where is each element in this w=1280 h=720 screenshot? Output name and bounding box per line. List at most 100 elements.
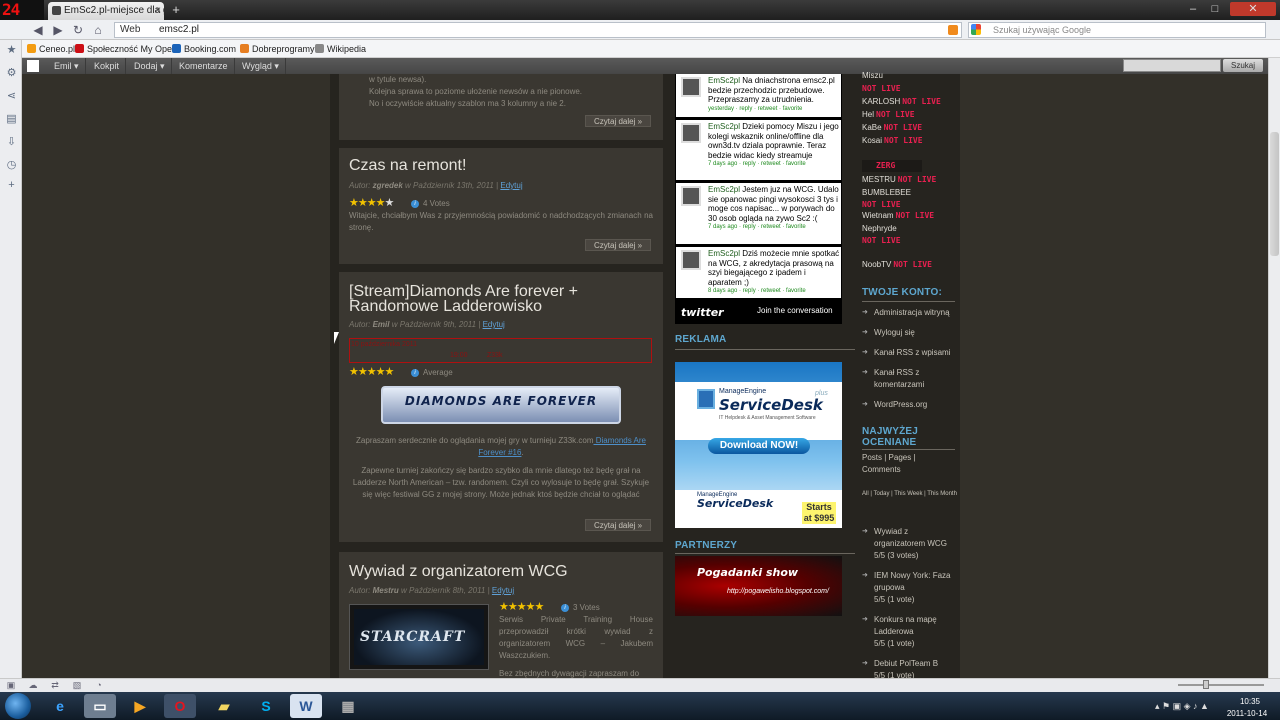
post-title[interactable]: [Stream]Diamonds Are forever + Randomowe… [349, 284, 649, 315]
search-input[interactable]: Szukaj używając Google [968, 22, 1266, 38]
new-tab-button[interactable]: + [168, 3, 184, 18]
rss-icon[interactable] [948, 25, 958, 35]
minimize-button[interactable]: – [1186, 2, 1200, 16]
sync-icon[interactable]: ⇄ [50, 680, 60, 690]
bookmark-booking[interactable]: Booking.com [172, 42, 236, 56]
streamer-item[interactable]: Nephryde [862, 224, 897, 233]
partner-banner[interactable]: Pogadanki show http://pogawelisho.blogsp… [675, 556, 842, 616]
streamer-item[interactable]: MESTRU NOT LIVE [862, 175, 936, 184]
admin-user-menu[interactable]: Emil ▾ [48, 58, 86, 74]
tweet-user[interactable]: EmSc2pl [708, 185, 740, 194]
admin-search-button[interactable]: Szukaj [1223, 59, 1263, 72]
scrollbar-thumb[interactable] [1270, 132, 1279, 256]
zoom-slider[interactable] [1178, 684, 1264, 686]
wordpress-org-link[interactable]: WordPress.org [862, 399, 958, 411]
streamer-item[interactable]: KaBe NOT LIVE [862, 123, 922, 132]
bookmarks-star-icon[interactable]: ★ [6, 45, 17, 56]
streamer-item[interactable]: Miszu [862, 71, 883, 80]
streamer-item[interactable]: Hel NOT LIVE [862, 110, 915, 119]
top-rated-tabs[interactable]: Posts | Pages | Comments [862, 452, 954, 476]
tweet-meta[interactable]: 7 days ago · reply · retweet · favorite [708, 223, 840, 233]
post-title[interactable]: Wywiad z organizatorem WCG [349, 564, 568, 580]
servicedesk-ad[interactable]: ManageEngine ServiceDesk plus IT Helpdes… [675, 362, 842, 528]
maximize-button[interactable]: □ [1208, 2, 1222, 16]
skype-icon[interactable]: S [250, 694, 282, 718]
post-title[interactable]: Czas na remont! [349, 158, 466, 174]
twitter-avatar[interactable] [681, 77, 701, 97]
edit-link[interactable]: Edytuj [500, 181, 522, 190]
panel-toggle-icon[interactable]: ▣ [6, 680, 16, 690]
rating-stars[interactable]: ★★★★★ [499, 602, 544, 613]
twitter-avatar[interactable] [681, 250, 701, 270]
streamer-item[interactable]: NoobTV NOT LIVE [862, 260, 932, 269]
file-explorer-icon[interactable]: ▭ [84, 694, 116, 718]
clock-time[interactable]: 10:35 [1230, 697, 1270, 706]
tweet-user[interactable]: EmSc2pl [708, 122, 740, 131]
streamer-item[interactable]: KARLOSH NOT LIVE [862, 97, 941, 106]
twitter-logo[interactable]: twitter [681, 306, 724, 319]
logout-link[interactable]: Wyloguj się [862, 327, 958, 339]
address-bar[interactable]: emsc2.pl [114, 22, 962, 38]
rss-posts-link[interactable]: Kanał RSS z wpisami [862, 347, 958, 359]
rating-stars[interactable]: ★★★★★ [349, 198, 394, 209]
streamer-item[interactable]: Kosai NOT LIVE [862, 136, 923, 145]
reload-icon[interactable]: ↻ [70, 22, 86, 38]
back-icon[interactable]: ◀ [30, 22, 46, 38]
admin-comments[interactable]: Komentarze [173, 58, 235, 74]
streamer-item[interactable]: BUMBLEBEE [862, 188, 911, 197]
tab-close-icon[interactable]: × [155, 2, 161, 20]
tweet-meta[interactable]: 7 days ago · reply · retweet · favorite [708, 160, 840, 170]
admin-appearance-menu[interactable]: Wygląd ▾ [236, 58, 286, 74]
wordpress-icon[interactable] [27, 60, 39, 72]
history-icon[interactable]: ◷ [6, 160, 17, 171]
top-rated-filters[interactable]: All | Today | This Week | This Month [862, 489, 958, 500]
top-rated-item[interactable]: Wywiad z organizatorem WCG5/5 (3 votes) [862, 526, 958, 562]
tab-emsc2[interactable]: EmSc2.pl-miejsce dla g... × [48, 2, 164, 20]
opera-icon[interactable]: O [164, 694, 196, 718]
folder-icon[interactable]: ▰ [208, 694, 240, 718]
start-button[interactable] [5, 693, 31, 719]
image-toggle-icon[interactable]: ▧ [72, 680, 82, 690]
notes-icon[interactable]: ▤ [6, 114, 17, 125]
zoom-icon[interactable]: ◔ [94, 680, 104, 690]
game-icon[interactable]: ▦ [332, 694, 364, 718]
word-icon[interactable]: W [290, 694, 322, 718]
read-more-button[interactable]: Czytaj dalej » [585, 519, 652, 531]
read-more-button[interactable]: Czytaj dalej » [585, 115, 652, 127]
twitter-join-link[interactable]: Join the conversation [757, 306, 833, 315]
streamer-item[interactable]: Wietnam NOT LIVE [862, 211, 934, 220]
tournament-banner[interactable]: DIAMONDS ARE FOREVER [381, 386, 621, 424]
rating-stars[interactable]: ★★★★★ [349, 367, 394, 378]
twitter-avatar[interactable] [681, 123, 701, 143]
read-more-button[interactable]: Czytaj dalej » [585, 239, 652, 251]
bookmark-dobreprogramy[interactable]: Dobreprogramy [240, 42, 315, 56]
top-rated-item[interactable]: IEM Nowy York: Faza grupowa5/5 (1 vote) [862, 570, 958, 606]
admin-search-input[interactable] [1123, 59, 1221, 72]
close-window-button[interactable]: ✕ [1230, 2, 1276, 16]
clock-date[interactable]: 2011-10-14 [1222, 709, 1272, 718]
add-panel-icon[interactable]: + [6, 180, 17, 191]
bookmark-wikipedia[interactable]: Wikipedia [315, 42, 366, 56]
home-icon[interactable]: ⌂ [90, 22, 106, 38]
top-rated-item[interactable]: Konkurs na mapę Ladderowa5/5 (1 vote) [862, 614, 958, 650]
rss-comments-link[interactable]: Kanał RSS z komentarzami [862, 367, 934, 391]
share-icon[interactable]: ⋖ [6, 91, 17, 102]
tweet-user[interactable]: EmSc2pl [708, 249, 740, 258]
internet-explorer-icon[interactable]: e [44, 694, 76, 718]
tweet-meta[interactable]: yesterday · reply · retweet · favorite [708, 105, 840, 115]
media-player-icon[interactable]: ▶ [124, 694, 156, 718]
turbo-icon[interactable]: ☁ [28, 680, 38, 690]
zoom-slider-handle[interactable] [1203, 680, 1209, 689]
downloads-icon[interactable]: ⇩ [6, 137, 17, 148]
starcraft-thumbnail[interactable]: STARCRAFT [349, 604, 489, 670]
twitter-avatar[interactable] [681, 186, 701, 206]
edit-link[interactable]: Edytuj [483, 320, 505, 329]
bookmark-ceneo[interactable]: Ceneo.pl [27, 42, 75, 56]
forward-icon[interactable]: ▶ [50, 22, 66, 38]
tweet-user[interactable]: EmSc2pl [708, 76, 740, 85]
admin-dashboard[interactable]: Kokpit [88, 58, 127, 74]
tweet-meta[interactable]: 8 days ago · reply · retweet · favorite [708, 287, 840, 297]
system-tray[interactable]: ▴ ⚑ ▣ ◈ ♪ ▲ [1155, 692, 1225, 720]
edit-link[interactable]: Edytuj [492, 586, 514, 595]
admin-link[interactable]: Administracja witryną [862, 307, 958, 319]
